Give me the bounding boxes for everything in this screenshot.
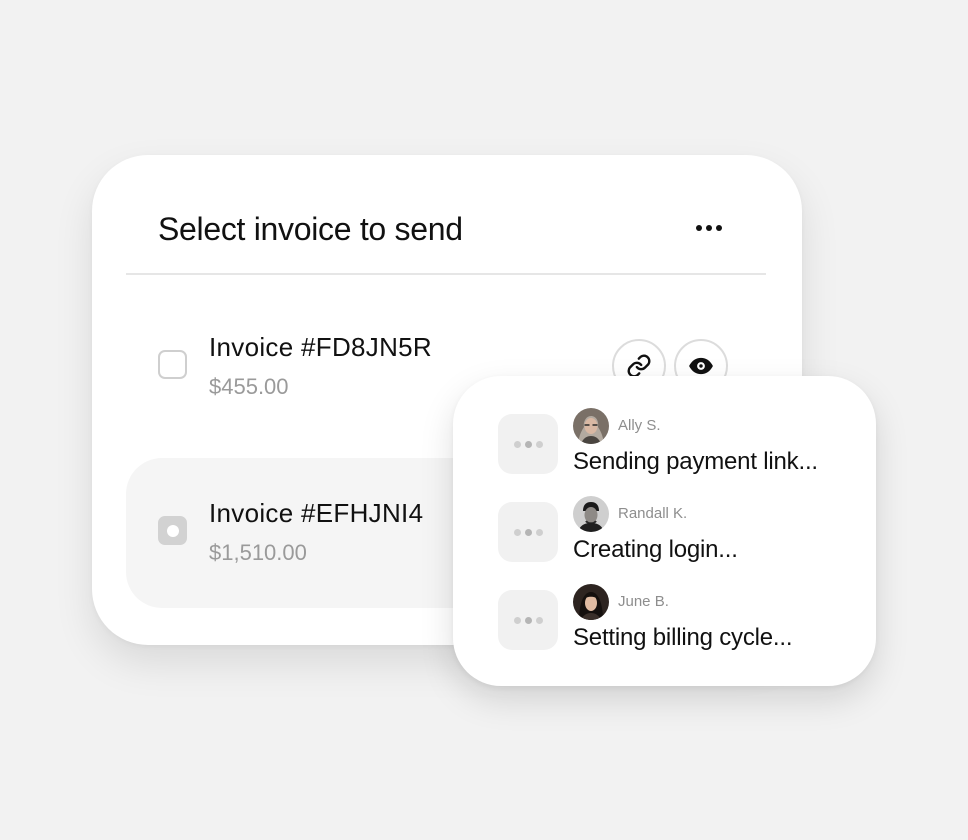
person-name: Randall K. xyxy=(618,505,688,522)
invoice-number: Invoice #FD8JN5R xyxy=(209,332,432,362)
card-title: Select invoice to send xyxy=(158,211,463,247)
typing-indicator-icon xyxy=(498,590,558,650)
background: Select invoice to send Invoice #FD8JN5R … xyxy=(0,0,968,840)
invoice-checkbox[interactable] xyxy=(158,350,187,379)
invoice-radio-selected[interactable] xyxy=(158,516,187,545)
more-options-icon[interactable] xyxy=(684,210,734,246)
activity-status: Creating login... xyxy=(573,536,738,563)
avatar xyxy=(573,496,609,532)
typing-indicator-icon xyxy=(498,502,558,562)
avatar xyxy=(573,408,609,444)
invoice-amount: $1,510.00 xyxy=(209,540,307,565)
avatar xyxy=(573,584,609,620)
activity-item: Ally S. Sending payment link... xyxy=(498,408,858,478)
activity-item: Randall K. Creating login... xyxy=(498,496,858,566)
activity-status: Sending payment link... xyxy=(573,448,818,475)
invoice-number: Invoice #EFHJNI4 xyxy=(209,498,424,528)
activity-popup: Ally S. Sending payment link... Randall … xyxy=(453,376,876,686)
activity-item: June B. Setting billing cycle... xyxy=(498,584,858,654)
invoice-amount: $455.00 xyxy=(209,374,289,399)
person-name: June B. xyxy=(618,593,669,610)
person-name: Ally S. xyxy=(618,417,661,434)
activity-status: Setting billing cycle... xyxy=(573,624,793,651)
divider xyxy=(126,273,766,275)
typing-indicator-icon xyxy=(498,414,558,474)
